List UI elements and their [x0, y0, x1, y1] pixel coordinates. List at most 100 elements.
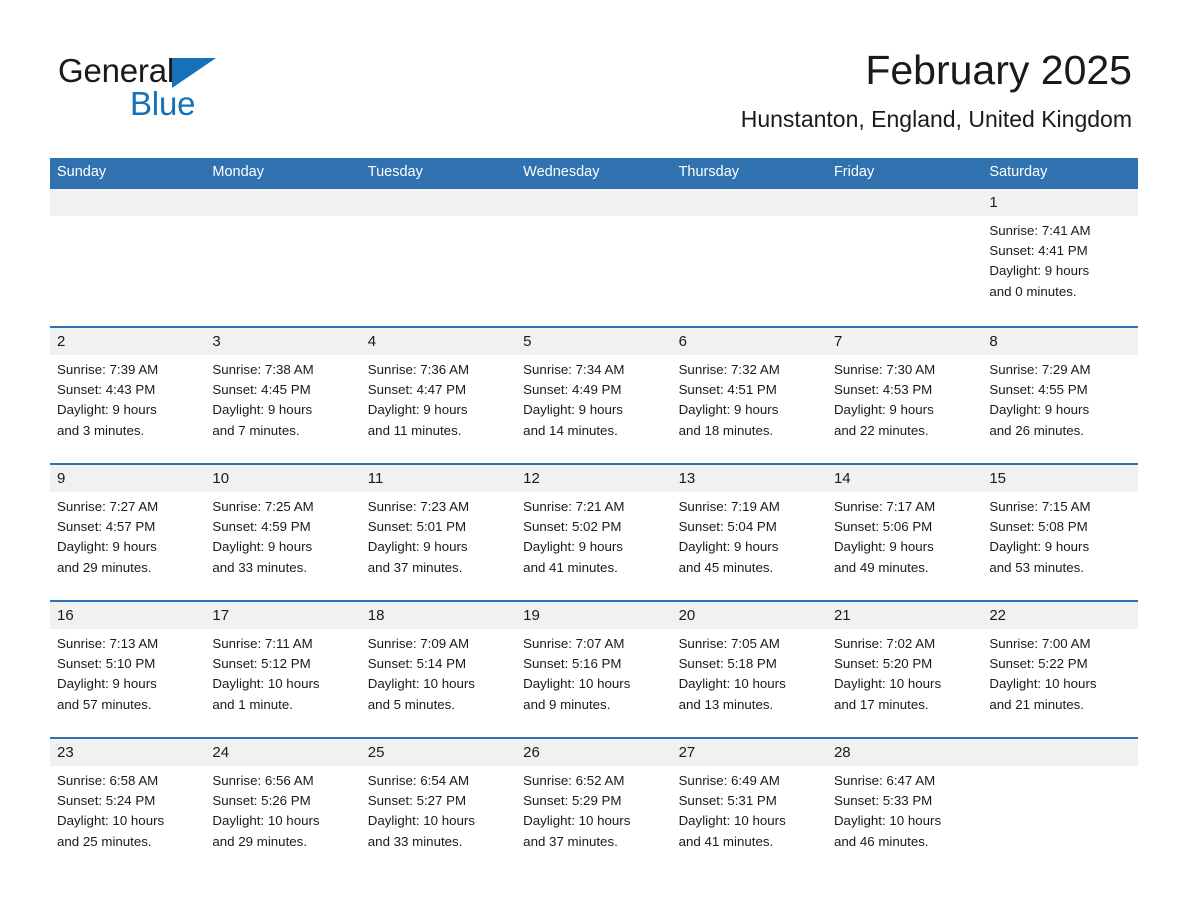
weekday-header-friday: Friday: [833, 164, 875, 180]
daylight-text-line1: Daylight: 9 hours: [989, 263, 1090, 279]
day-cell: Sunrise: 7:17 AM Sunset: 5:06 PM Dayligh…: [827, 492, 982, 600]
day-cell: [827, 216, 982, 326]
sunrise-text: Sunrise: 7:36 AM: [367, 362, 470, 377]
sunrise-text: Sunrise: 7:19 AM: [678, 499, 780, 514]
day-number: 15: [989, 470, 1007, 487]
daylight-text-line1: Daylight: 9 hours: [57, 676, 157, 692]
sunset-text: Sunset: 5:24 PM: [57, 793, 156, 809]
sunset-text: Sunset: 4:53 PM: [833, 382, 933, 398]
daylight-text-line2: and 29 minutes.: [212, 833, 308, 849]
day-cell: Sunrise: 7:05 AM Sunset: 5:18 PM Dayligh…: [672, 629, 827, 737]
daylight-text-line2: and 1 minute.: [212, 696, 293, 712]
day-cell: Sunrise: 7:13 AM Sunset: 5:10 PM Dayligh…: [50, 629, 205, 737]
day-cell: Sunrise: 7:39 AM Sunset: 4:43 PM Dayligh…: [50, 355, 205, 463]
weekday-header-thursday: Thursday: [678, 164, 740, 180]
day-cell: Sunrise: 7:02 AM Sunset: 5:20 PM Dayligh…: [827, 629, 982, 737]
day-cell: Sunrise: 7:00 AM Sunset: 5:22 PM Dayligh…: [982, 629, 1137, 737]
sunset-text: Sunset: 5:10 PM: [57, 656, 156, 672]
day-cell: Sunrise: 6:52 AM Sunset: 5:29 PM Dayligh…: [516, 766, 671, 871]
weekday-header-row: Sunday Monday Tuesday Wednesday Thursday…: [50, 158, 1138, 187]
sunrise-text: Sunrise: 7:25 AM: [212, 499, 314, 514]
calendar-page: General Blue February 2025 Hunstanton, E…: [0, 0, 1188, 918]
sunset-text: Sunset: 4:49 PM: [523, 382, 622, 398]
daylight-text-line1: Daylight: 9 hours: [57, 539, 157, 555]
daylight-text-line2: and 46 minutes.: [833, 833, 929, 849]
daylight-text-line2: and 9 minutes.: [523, 696, 611, 712]
daylight-text-line2: and 41 minutes.: [523, 559, 618, 575]
day-cell: Sunrise: 7:11 AM Sunset: 5:12 PM Dayligh…: [205, 629, 360, 737]
daylight-text-line2: and 29 minutes.: [57, 559, 152, 575]
day-number: 10: [212, 470, 230, 487]
daylight-text-line1: Daylight: 10 hours: [833, 813, 942, 829]
sunrise-text: Sunrise: 7:05 AM: [678, 636, 780, 651]
week-row: 1 Sunrise: 7:41 AM Sunset: 4:41 PM Dayli…: [50, 187, 1138, 326]
day-number: [50, 189, 205, 216]
day-cell: Sunrise: 7:30 AM Sunset: 4:53 PM Dayligh…: [827, 355, 982, 463]
sunrise-text: Sunrise: 7:29 AM: [989, 362, 1091, 377]
day-cell: [361, 216, 516, 326]
day-cell: Sunrise: 6:58 AM Sunset: 5:24 PM Dayligh…: [50, 766, 205, 871]
daylight-text-line2: and 45 minutes.: [678, 559, 774, 575]
week-row: 2 3 4 5 6 7 8 Sunrise: 7:39 AM Sunset: 4…: [50, 326, 1138, 463]
sunset-text: Sunset: 5:22 PM: [989, 656, 1088, 672]
sunrise-text: Sunrise: 7:13 AM: [57, 636, 159, 651]
daylight-text-line1: Daylight: 10 hours: [678, 813, 786, 829]
daylight-text-line1: Daylight: 9 hours: [212, 402, 313, 418]
sunset-text: Sunset: 5:31 PM: [678, 793, 777, 809]
daylight-text-line1: Daylight: 9 hours: [367, 402, 468, 418]
day-cell: Sunrise: 7:15 AM Sunset: 5:08 PM Dayligh…: [982, 492, 1137, 600]
daylight-text-line1: Daylight: 9 hours: [833, 402, 934, 418]
sunset-text: Sunset: 5:33 PM: [833, 793, 933, 809]
daylight-text-line2: and 37 minutes.: [367, 559, 463, 575]
logo-triangle-icon: [172, 58, 217, 88]
day-number: [516, 189, 671, 216]
sunrise-text: Sunrise: 6:52 AM: [523, 773, 625, 788]
sunset-text: Sunset: 5:18 PM: [678, 656, 777, 672]
daylight-text-line2: and 25 minutes.: [57, 833, 152, 849]
daylight-text-line2: and 26 minutes.: [989, 422, 1084, 438]
weekday-header-wednesday: Wednesday: [523, 164, 600, 180]
day-number: 7: [833, 333, 843, 350]
day-cell: Sunrise: 7:09 AM Sunset: 5:14 PM Dayligh…: [361, 629, 516, 737]
day-number: 22: [989, 607, 1007, 624]
title-block: February 2025 Hunstanton, England, Unite…: [741, 46, 1132, 134]
sunrise-text: Sunrise: 7:11 AM: [212, 636, 313, 651]
week-daynumber-band: 1: [50, 189, 1138, 216]
sunrise-text: Sunrise: 7:30 AM: [833, 362, 936, 377]
sunrise-text: Sunrise: 7:21 AM: [523, 499, 625, 514]
sunset-text: Sunset: 4:43 PM: [57, 382, 156, 398]
sunset-text: Sunset: 4:41 PM: [989, 243, 1088, 259]
daylight-text-line1: Daylight: 9 hours: [989, 539, 1090, 555]
day-number: 1: [989, 194, 998, 211]
daylight-text-line1: Daylight: 10 hours: [212, 676, 320, 692]
day-number: 28: [833, 744, 851, 761]
day-cell: [672, 216, 827, 326]
week-detail-band: Sunrise: 7:41 AM Sunset: 4:41 PM Dayligh…: [50, 216, 1138, 326]
day-number: 6: [678, 333, 687, 350]
daylight-text-line2: and 57 minutes.: [57, 696, 152, 712]
daylight-text-line1: Daylight: 9 hours: [833, 539, 934, 555]
day-number: 8: [989, 333, 998, 350]
day-cell: Sunrise: 7:36 AM Sunset: 4:47 PM Dayligh…: [361, 355, 516, 463]
day-number: 23: [57, 744, 74, 761]
sunrise-text: Sunrise: 6:56 AM: [212, 773, 314, 788]
daylight-text-line2: and 11 minutes.: [367, 422, 462, 438]
sunset-text: Sunset: 5:08 PM: [989, 519, 1088, 535]
daylight-text-line2: and 17 minutes.: [833, 696, 929, 712]
daylight-text-line2: and 53 minutes.: [989, 559, 1084, 575]
daylight-text-line1: Daylight: 9 hours: [523, 539, 623, 555]
daylight-text-line2: and 5 minutes.: [367, 696, 456, 712]
day-number: 25: [367, 744, 385, 761]
sunrise-text: Sunrise: 6:54 AM: [367, 773, 470, 788]
daylight-text-line2: and 0 minutes.: [989, 283, 1077, 299]
sunset-text: Sunset: 4:55 PM: [989, 382, 1088, 398]
daylight-text-line2: and 7 minutes.: [212, 422, 300, 438]
daylight-text-line2: and 41 minutes.: [678, 833, 774, 849]
day-number: 14: [833, 470, 851, 487]
week-row: 9 10 11 12 13 14 15 Sunrise: 7:27 AM Sun…: [50, 463, 1138, 600]
day-number: 13: [678, 470, 696, 487]
sunrise-text: Sunrise: 7:27 AM: [57, 499, 159, 514]
day-number: 16: [57, 607, 74, 624]
calendar-grid: Sunday Monday Tuesday Wednesday Thursday…: [50, 158, 1138, 871]
day-number: 2: [57, 333, 66, 350]
